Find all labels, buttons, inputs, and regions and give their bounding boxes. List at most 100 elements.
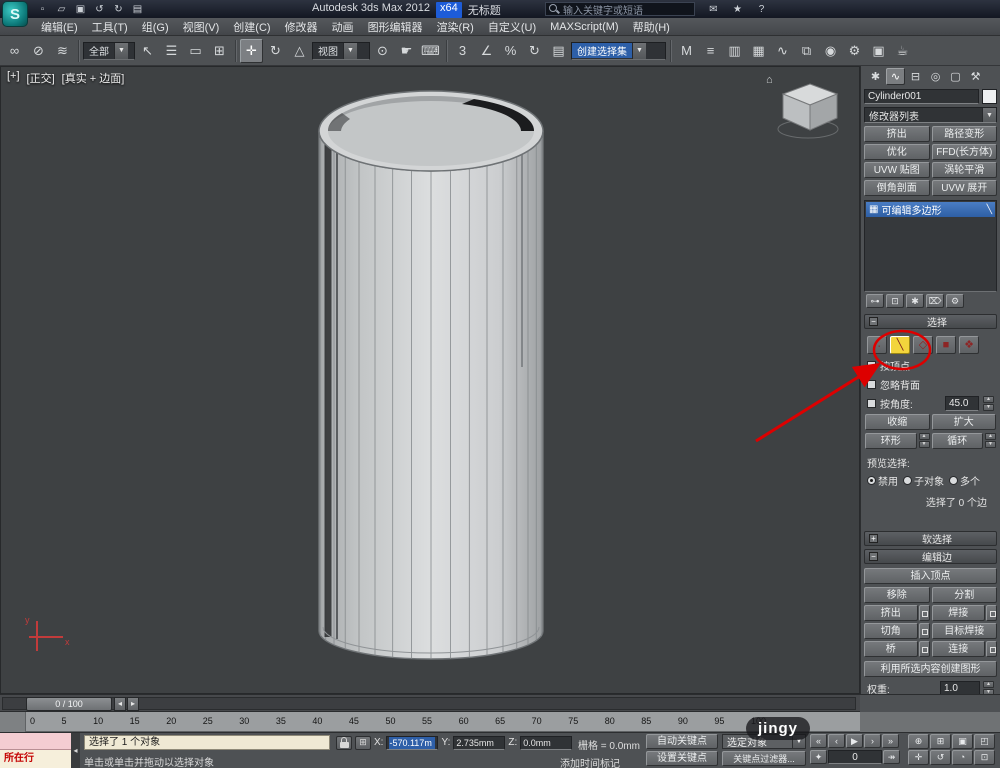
vertex-subobject-icon[interactable]: ∴ [867, 336, 887, 354]
rendered-frame-icon[interactable]: ▣ [867, 39, 890, 63]
x-coordinate-field[interactable]: -570.117m [386, 736, 438, 750]
menu-item[interactable]: 编辑(E) [34, 17, 85, 37]
reference-coordinate-dropdown[interactable]: 视图▼ [312, 42, 370, 60]
zoom-region-icon[interactable]: ◰ [974, 734, 995, 749]
modifier-button[interactable]: 路径变形 [932, 126, 998, 142]
menu-item[interactable]: 视图(V) [176, 17, 227, 37]
prev-frame-button[interactable]: ‹ [828, 734, 845, 748]
favorites-icon[interactable]: ★ [729, 2, 746, 17]
time-slider-next[interactable]: ▸ [127, 697, 139, 711]
key-mode-toggle-button[interactable]: ✦ [810, 750, 827, 764]
viewcube-cube[interactable] [775, 79, 845, 141]
select-and-manipulate-icon[interactable]: ☛ [395, 39, 418, 63]
selection-lock-icon[interactable] [336, 736, 352, 750]
keyboard-override-icon[interactable]: ⌨ [419, 39, 442, 63]
play-button[interactable]: ▶ [846, 734, 863, 748]
edit-named-selection-sets-icon[interactable]: ▤ [547, 39, 570, 63]
communication-center-icon[interactable]: ✉ [705, 2, 722, 17]
zoom-all-icon[interactable]: ⊞ [930, 734, 951, 749]
object-color-swatch[interactable] [982, 89, 997, 104]
time-slider-handle[interactable]: 0 / 100 [26, 697, 112, 711]
orthographic-viewport[interactable]: [+][正交][真实 + 边面] [0, 66, 860, 694]
project-folder-icon[interactable]: ▤ [129, 2, 146, 17]
viewcube[interactable]: ⌂ [775, 79, 845, 141]
angle-spinner[interactable]: ▲▼ [983, 396, 994, 411]
modifier-button[interactable]: UVW 贴图 [864, 162, 930, 178]
y-coordinate-field[interactable]: 2.735mm [453, 736, 505, 750]
object-name-field[interactable]: Cylinder001 [864, 89, 979, 104]
home-icon[interactable]: ⌂ [766, 74, 773, 86]
ring-button[interactable]: 环形 [865, 433, 917, 449]
modifier-button[interactable]: FFD(长方体) [932, 144, 998, 160]
new-scene-icon[interactable]: ▫ [34, 2, 51, 17]
loop-spinner[interactable]: ▲▼ [985, 433, 996, 448]
polygon-subobject-icon[interactable]: ■ [936, 336, 956, 354]
snap-toggle-3d-icon[interactable]: 3 [451, 39, 474, 63]
layer-manager-icon[interactable]: ▥ [723, 39, 746, 63]
weight-spinner[interactable]: ▲▼ [983, 681, 994, 694]
schematic-view-icon[interactable]: ⧉ [795, 39, 818, 63]
curve-editor-icon[interactable]: ∿ [771, 39, 794, 63]
modifier-button[interactable]: 涡轮平滑 [932, 162, 998, 178]
border-subobject-icon[interactable]: ◇ [913, 336, 933, 354]
save-file-icon[interactable]: ▣ [72, 2, 89, 17]
orbit-icon[interactable]: ↺ [930, 750, 951, 765]
edit-edge-button[interactable]: 连接 [932, 641, 986, 657]
show-end-result-icon[interactable]: ⊡ [886, 294, 904, 308]
modifier-button[interactable]: 挤出 [864, 126, 930, 142]
insert-vertex-button[interactable]: 插入顶点 [864, 568, 997, 584]
edit-edge-button[interactable]: 挤出 [864, 605, 918, 621]
add-time-tag[interactable]: 添加时间标记 [560, 755, 620, 768]
weight-field[interactable]: 1.0 [940, 681, 980, 694]
edit-edge-button[interactable]: 目标焊接 [932, 623, 998, 639]
fov-icon[interactable]: ◔ [952, 750, 973, 765]
window-crossing-icon[interactable]: ⊞ [208, 39, 231, 63]
maxscript-mini-listener[interactable]: 所在行 ◂ [0, 733, 80, 768]
menu-item[interactable]: 帮助(H) [626, 17, 677, 37]
named-selection-sets-dropdown[interactable]: 创建选择集▼ [571, 42, 666, 60]
menu-item[interactable]: 图形编辑器 [361, 17, 430, 37]
grow-button[interactable]: 扩大 [932, 414, 997, 430]
ring-spinner[interactable]: ▲▼ [919, 433, 930, 448]
ignore-backfacing-checkbox[interactable] [867, 380, 876, 389]
absolute-mode-toggle-icon[interactable]: ⊞ [355, 736, 371, 750]
listener-line[interactable]: 所在行 [0, 750, 80, 768]
tab-hierarchy[interactable]: ⊟ [906, 68, 925, 85]
tab-display[interactable]: ▢ [946, 68, 965, 85]
create-shape-button[interactable]: 利用所选内容创建图形 [864, 661, 997, 677]
selection-filter-dropdown[interactable]: 全部▼ [83, 42, 135, 60]
bind-to-spacewarp-icon[interactable]: ≋ [51, 39, 74, 63]
time-slider[interactable]: 0 / 100 ◂ ▸ [0, 694, 860, 712]
infocenter-search-input[interactable]: 输入关键字或短语 [545, 2, 695, 16]
viewport-shading-menu[interactable]: [真实 + 边面] [62, 70, 125, 86]
edit-edge-button[interactable]: 桥 [864, 641, 918, 657]
stack-item-editable-poly[interactable]: ▦ 可编辑多边形 ╲ [866, 202, 995, 217]
rollout-selection[interactable]: − 选择 [864, 314, 997, 329]
menu-item[interactable]: 工具(T) [85, 17, 135, 37]
modifier-stack[interactable]: ▦ 可编辑多边形 ╲ [864, 200, 997, 292]
render-setup-icon[interactable]: ⚙ [843, 39, 866, 63]
rect-selection-region-icon[interactable]: ▭ [184, 39, 207, 63]
angle-value-field[interactable]: 45.0 [945, 396, 979, 411]
element-subobject-icon[interactable]: ❖ [959, 336, 979, 354]
select-object-icon[interactable]: ↖ [136, 39, 159, 63]
select-and-link-icon[interactable]: ∞ [3, 39, 26, 63]
spinner-snap-icon[interactable]: ↻ [523, 39, 546, 63]
align-icon[interactable]: ≡ [699, 39, 722, 63]
current-frame-field[interactable]: 0 [828, 750, 882, 764]
z-coordinate-field[interactable]: 0.0mm [520, 736, 572, 750]
modifier-button[interactable]: 倒角剖面 [864, 180, 930, 196]
select-and-scale-icon[interactable]: △ [288, 39, 311, 63]
tab-motion[interactable]: ◎ [926, 68, 945, 85]
remove-modifier-icon[interactable]: ⌦ [926, 294, 944, 308]
unlink-icon[interactable]: ⊘ [27, 39, 50, 63]
time-slider-prev[interactable]: ◂ [114, 697, 126, 711]
redo-icon[interactable]: ↻ [110, 2, 127, 17]
edge-subobject-icon[interactable]: ╲ [890, 336, 910, 354]
pin-stack-icon[interactable]: ⊶ [866, 294, 884, 308]
preview-option[interactable]: 子对象 [903, 473, 944, 488]
settings-box-button[interactable] [919, 641, 930, 657]
edit-edge-button[interactable]: 切角 [864, 623, 918, 639]
menu-item[interactable]: 组(G) [135, 17, 176, 37]
zoom-extents-icon[interactable]: ▣ [952, 734, 973, 749]
